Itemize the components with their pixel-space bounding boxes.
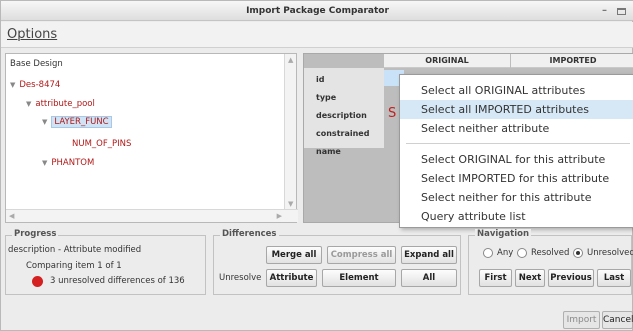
next-button[interactable]: Next [515, 269, 545, 287]
attr-row-constrained[interactable]: constrained [316, 129, 369, 138]
modified-marker-icon: S [388, 106, 397, 121]
expand-arrow-icon[interactable]: ▼ [42, 118, 47, 126]
tree-item-layer-func[interactable]: ▼ LAYER_FUNC [42, 116, 112, 128]
radio-unresolved[interactable] [573, 248, 583, 258]
tree-vertical-scrollbar[interactable]: ▲ ▼ [284, 54, 296, 210]
expand-all-button[interactable]: Expand all [401, 246, 457, 264]
attr-row-type[interactable]: type [316, 93, 336, 102]
unresolve-label: Unresolve [219, 273, 262, 283]
window-controls: – [602, 1, 626, 21]
progress-unresolved: 3 unresolved differences of 136 [50, 276, 185, 286]
scroll-down-icon[interactable]: ▼ [288, 200, 293, 208]
column-original: ORIGINAL [384, 54, 510, 68]
import-package-comparator-window: Import Package Comparator – Options Base… [0, 0, 633, 331]
attr-row-description[interactable]: description [316, 111, 367, 120]
window-title: Import Package Comparator [246, 6, 389, 16]
scroll-left-icon[interactable]: ◀ [9, 212, 14, 220]
expand-arrow-icon[interactable]: ▼ [10, 81, 15, 89]
tree-item-des-8474[interactable]: ▼ Des-8474 [10, 80, 60, 90]
cancel-button[interactable]: Cancel [602, 311, 633, 329]
menu-query-attribute-list[interactable]: Query attribute list [400, 207, 633, 226]
minimize-icon[interactable]: – [602, 1, 607, 21]
attr-row-name[interactable]: name [316, 147, 341, 156]
menu-select-neither[interactable]: Select neither attribute [400, 119, 633, 138]
attr-row-id[interactable]: id [316, 75, 324, 84]
title-bar: Import Package Comparator – [1, 1, 633, 21]
unresolve-all-button[interactable]: All [401, 269, 457, 287]
progress-status: description - Attribute modified [8, 245, 142, 255]
radio-any-label[interactable]: Any [497, 248, 513, 258]
unresolve-attribute-button[interactable]: Attribute [266, 269, 317, 287]
options-label[interactable]: Options [7, 27, 57, 42]
menu-select-all-imported[interactable]: Select all IMPORTED attributes [400, 100, 633, 119]
options-header: Options [1, 22, 633, 48]
tree-item-num-of-pins[interactable]: NUM_OF_PINS [72, 139, 131, 149]
tree-horizontal-scrollbar[interactable]: ◀ ▶ [6, 209, 298, 222]
menu-select-original-this[interactable]: Select ORIGINAL for this attribute [400, 150, 633, 169]
radio-resolved[interactable] [517, 248, 527, 258]
radio-resolved-label[interactable]: Resolved [531, 248, 569, 258]
differences-group: Differences Merge all Compress all Expan… [213, 229, 461, 295]
menu-select-neither-this[interactable]: Select neither for this attribute [400, 188, 633, 207]
menu-separator [406, 143, 630, 144]
expand-arrow-icon[interactable]: ▼ [26, 100, 31, 108]
first-button[interactable]: First [479, 269, 512, 287]
differences-title: Differences [220, 229, 279, 239]
progress-comparing: Comparing item 1 of 1 [26, 261, 122, 271]
expand-arrow-icon[interactable]: ▼ [42, 159, 47, 167]
compress-all-button[interactable]: Compress all [327, 246, 396, 264]
progress-title: Progress [12, 229, 59, 239]
error-dot-icon [32, 276, 43, 287]
scroll-up-icon[interactable]: ▲ [288, 56, 293, 64]
menu-select-all-original[interactable]: Select all ORIGINAL attributes [400, 81, 633, 100]
tree-item-phantom[interactable]: ▼ PHANTOM [42, 158, 94, 168]
radio-any[interactable] [483, 248, 493, 258]
progress-group: Progress description - Attribute modifie… [5, 229, 206, 295]
radio-unresolved-label[interactable]: Unresolved [587, 248, 633, 258]
design-tree[interactable]: Base Design ▼ Des-8474 ▼ attribute_pool ▼ L… [5, 53, 298, 223]
column-imported: IMPORTED [511, 54, 633, 68]
tree-item-attribute-pool[interactable]: ▼ attribute_pool [26, 99, 95, 109]
unresolve-element-button[interactable]: Element [322, 269, 396, 287]
import-button[interactable]: Import [563, 311, 600, 329]
scroll-right-icon[interactable]: ▶ [277, 212, 282, 220]
merge-all-button[interactable]: Merge all [266, 246, 322, 264]
menu-select-imported-this[interactable]: Select IMPORTED for this attribute [400, 169, 633, 188]
previous-button[interactable]: Previous [548, 269, 594, 287]
navigation-title: Navigation [475, 229, 531, 239]
context-menu: Select all ORIGINAL attributes Select al… [399, 74, 633, 228]
maximize-icon[interactable] [617, 7, 626, 15]
last-button[interactable]: Last [597, 269, 631, 287]
navigation-group: Navigation Any Resolved Unresolved First… [468, 229, 633, 295]
tree-header: Base Design [10, 59, 63, 69]
